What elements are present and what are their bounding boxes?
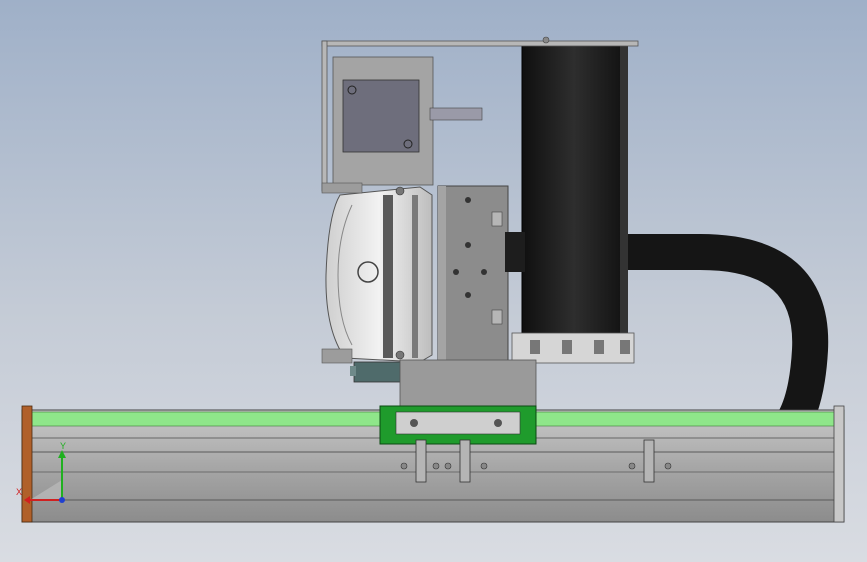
roller-wheel <box>521 44 628 334</box>
linear-module-drawing: Y X <box>16 36 845 523</box>
y-axis-label: Y <box>60 441 66 451</box>
cad-viewport[interactable]: Y X <box>0 0 867 562</box>
x-axis-label: X <box>16 487 22 497</box>
sensor-plate <box>332 56 483 186</box>
rail-end-cap-left <box>21 405 33 523</box>
z-axis-origin <box>59 497 65 503</box>
aluminium-profile <box>511 332 635 364</box>
carriage-base <box>399 359 537 413</box>
cable-connector <box>350 361 405 383</box>
motor-housing <box>321 182 433 364</box>
rail-end-cap-right <box>833 405 845 523</box>
carriage-block[interactable] <box>379 405 537 445</box>
